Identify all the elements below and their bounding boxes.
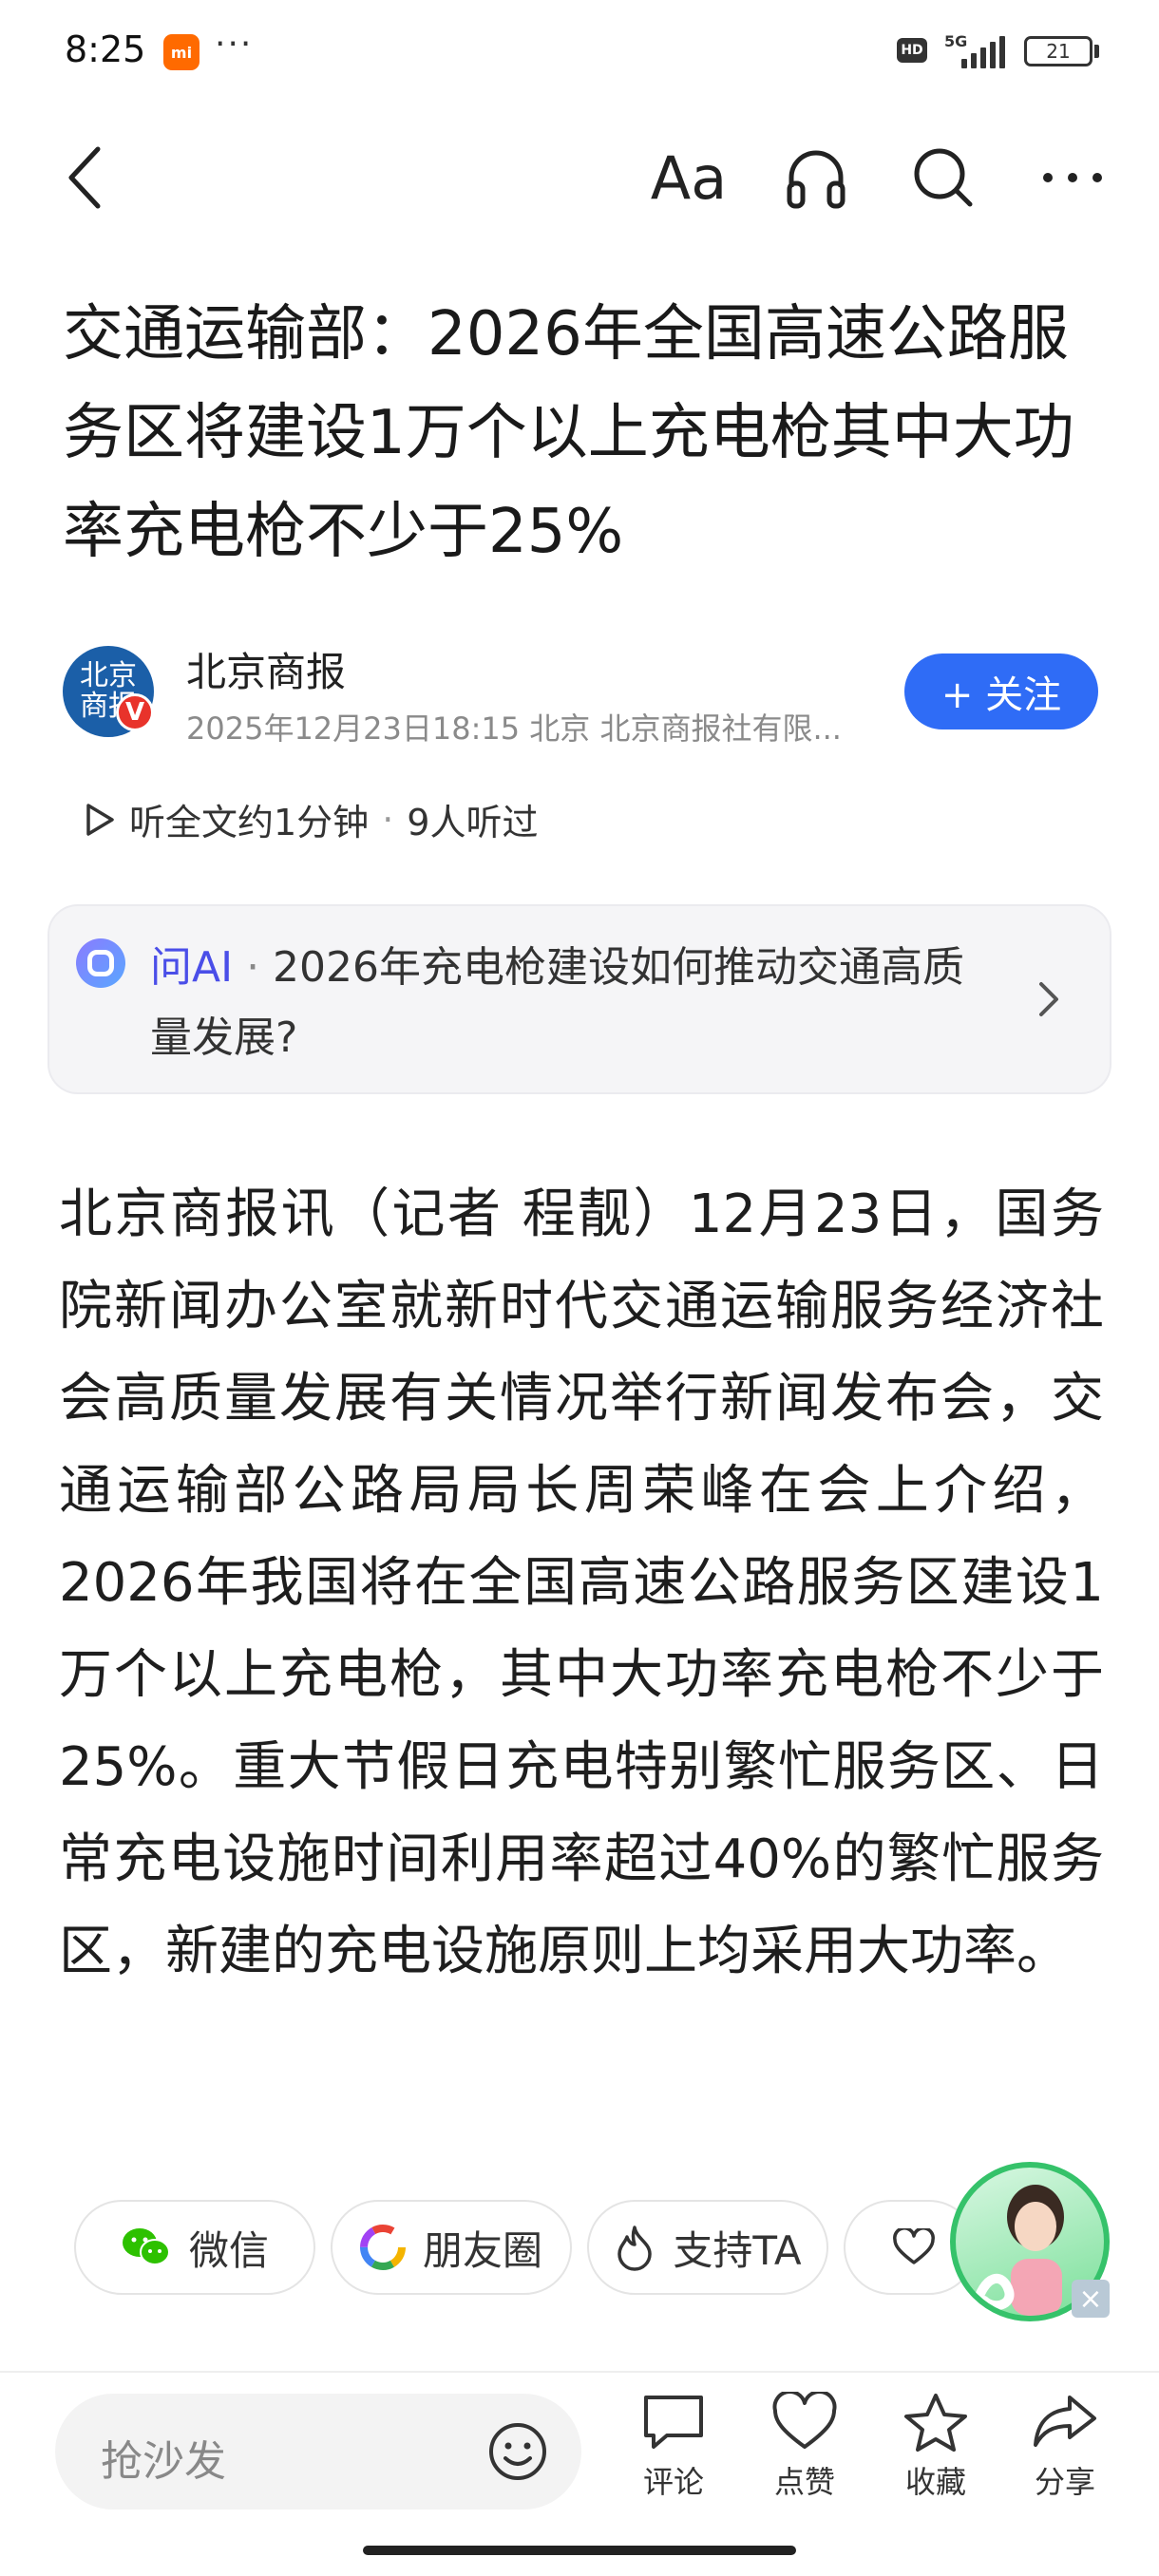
- signal-icon: [961, 36, 1005, 68]
- support-label: 支持TA: [673, 2226, 802, 2274]
- mi-app-icon: mi: [163, 34, 200, 70]
- share-moments-label: 朋友圈: [422, 2226, 542, 2274]
- battery-tip: [1094, 45, 1099, 58]
- follow-button[interactable]: + 关注: [904, 653, 1098, 729]
- heart-icon: [893, 2228, 935, 2264]
- back-icon: [68, 146, 101, 209]
- listen-count: 9人听过: [407, 802, 539, 843]
- comment-label: 评论: [642, 2464, 704, 2500]
- home-indicator[interactable]: [363, 2546, 796, 2555]
- listen-full-text[interactable]: 听全文约1分钟 · 9人听过: [84, 793, 538, 845]
- favorite-label: 收藏: [904, 2464, 966, 2500]
- search-icon: [914, 148, 973, 207]
- article-body: 北京商报讯（记者 程靓）12月23日，国务院新闻办公室就新时代交通运输服务经济社…: [59, 1184, 1104, 1982]
- author-name[interactable]: 北京商报: [186, 640, 346, 698]
- listen-separator: ·: [382, 798, 394, 841]
- heart-outline-icon: [772, 2392, 837, 2449]
- verified-icon: V: [116, 693, 154, 731]
- ai-dot: ·: [233, 943, 274, 992]
- hd-icon: HD: [897, 38, 927, 63]
- bottom-divider: [0, 2371, 1159, 2373]
- share-button[interactable]: 分享: [1013, 2392, 1117, 2502]
- wechat-icon: [122, 2228, 170, 2265]
- back-button[interactable]: [44, 135, 129, 220]
- play-icon: [86, 803, 114, 836]
- close-icon: ×: [1078, 2282, 1103, 2316]
- more-icon: [1043, 173, 1102, 182]
- comment-button[interactable]: 评论: [621, 2392, 726, 2502]
- ai-logo-icon: [76, 938, 125, 988]
- share-label: 分享: [1034, 2464, 1095, 2500]
- like-label: 点赞: [773, 2464, 835, 2500]
- battery-icon: 21: [1024, 36, 1092, 66]
- share-moments-button[interactable]: 朋友圈: [331, 2200, 572, 2295]
- battery-level: 21: [1046, 40, 1071, 63]
- support-button[interactable]: 支持TA: [587, 2200, 828, 2295]
- chevron-right-icon: [1036, 978, 1062, 1024]
- share-wechat-label: 微信: [188, 2226, 269, 2274]
- search-button[interactable]: [901, 135, 986, 220]
- ai-label: 问AI: [150, 943, 234, 992]
- favorite-button[interactable]: 收藏: [884, 2392, 988, 2502]
- article-title: 交通运输部：2026年全国高速公路服务区将建设1万个以上充电枪其中大功率充电枪不…: [63, 299, 1074, 567]
- article-meta: 2025年12月23日18:15 北京 北京商报社有限...: [186, 710, 842, 747]
- listen-button[interactable]: [773, 135, 859, 220]
- flame-icon: [618, 2226, 653, 2271]
- ai-question[interactable]: 问AI · 2026年充电枪建设如何推动交通高质量发展?: [150, 933, 1005, 1073]
- ai-question-text: 2026年充电枪建设如何推动交通高质量发展?: [150, 943, 965, 1062]
- moments-icon: [359, 2225, 406, 2270]
- like-button[interactable]: 点赞: [752, 2392, 857, 2502]
- comment-icon: [644, 2396, 703, 2449]
- more-button[interactable]: [1030, 135, 1115, 220]
- status-time: 8:25: [65, 28, 146, 70]
- assistant-close-button[interactable]: ×: [1072, 2280, 1110, 2318]
- font-size-button[interactable]: Aa: [646, 135, 732, 220]
- star-icon: [904, 2394, 967, 2452]
- share-arrow-icon: [1034, 2396, 1096, 2447]
- emoji-button[interactable]: [486, 2420, 549, 2487]
- notification-more-icon: ···: [215, 25, 254, 64]
- headphones-icon: [787, 150, 846, 209]
- listen-label: 听全文约1分钟: [129, 802, 370, 843]
- comment-placeholder: 抢沙发: [101, 2437, 226, 2486]
- emoji-icon: [489, 2423, 546, 2480]
- share-wechat-button[interactable]: 微信: [74, 2200, 315, 2295]
